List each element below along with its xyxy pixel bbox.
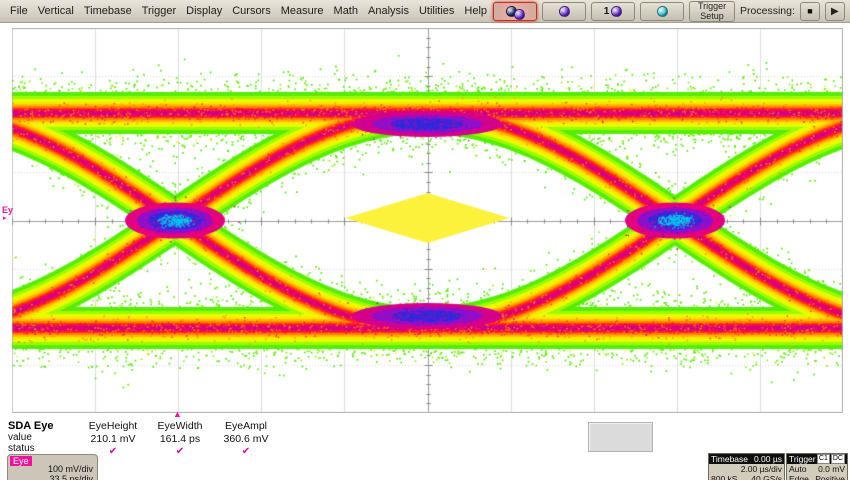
measure-value: 210.1 mV <box>90 433 136 445</box>
timebase-descriptor-box[interactable]: Timebase 0.00 µs 2.00 µs/div 800 kS 40 G… <box>708 453 785 480</box>
trigger-setup-label-line1: Trigger <box>697 1 727 11</box>
measure-name: EyeHeight <box>88 420 138 432</box>
trigger-descriptor-box[interactable]: Trigger C1 DC Auto 0.0 mV Edge Positive <box>786 453 848 480</box>
trigger-mode: Auto <box>789 464 807 474</box>
blank-panel <box>588 422 653 452</box>
probe-circle-icon <box>611 5 623 17</box>
toolbar-right-cluster: 1 Trigger Setup Processing: ■ ▶ Default:… <box>493 0 850 22</box>
eye-channel-chip: Eye <box>10 456 32 466</box>
measure-table-title: SDA Eye <box>8 420 54 432</box>
measure-status-check-icon: ✔ <box>175 446 185 457</box>
measure-name: EyeWidth <box>157 420 203 432</box>
measure-row-label-value: value <box>8 432 32 443</box>
timebase-scale: 2.00 µs/div <box>740 464 782 474</box>
menu-item-timebase[interactable]: Timebase <box>80 5 136 17</box>
eye-trace-offset-marker-icon[interactable]: ▸ <box>3 215 7 222</box>
probe-circle-icon <box>558 5 570 17</box>
trigger-setup-label-line2: Setup <box>700 11 724 21</box>
probe-circle-icon <box>656 5 668 17</box>
probe-circle-icon <box>513 8 525 20</box>
eye-channel-descriptor-box[interactable]: Eye 100 mV/div 33.5 ps/div <box>7 454 98 480</box>
menu-item-help[interactable]: Help <box>460 5 491 17</box>
trigger-type: Edge <box>789 474 809 480</box>
processing-label: Processing: <box>740 5 795 17</box>
menu-item-trigger[interactable]: Trigger <box>138 5 180 17</box>
menu-item-cursors[interactable]: Cursors <box>228 5 275 17</box>
eye-trace-label[interactable]: Ey <box>2 206 13 215</box>
measure-column-eyeheight: EyeHeight 210.1 mV ✔ <box>78 420 148 457</box>
measure-row-label-status: status <box>8 443 35 454</box>
timebase-offset: 0.00 µs <box>753 454 782 464</box>
probe-number-label: 1 <box>603 5 610 17</box>
measure-value: 360.6 mV <box>223 433 269 445</box>
measure-column-eyeampl: EyeAmpl 360.6 mV ✔ <box>211 420 281 457</box>
menu-bar: File Vertical Timebase Trigger Display C… <box>0 0 850 23</box>
play-icon: ▶ <box>831 5 839 17</box>
menu-item-display[interactable]: Display <box>182 5 226 17</box>
menu-item-math[interactable]: Math <box>330 5 362 17</box>
menu-item-utilities[interactable]: Utilities <box>415 5 458 17</box>
trigger-level: 0.0 mV <box>818 464 845 474</box>
probe-button-3[interactable]: 1 <box>591 1 636 21</box>
trigger-setup-button[interactable]: Trigger Setup <box>689 0 736 22</box>
measure-status-check-icon: ✔ <box>241 446 251 457</box>
trigger-position-marker-icon[interactable]: ▲ <box>173 410 182 419</box>
play-button[interactable]: ▶ <box>824 1 845 21</box>
timebase-record-length: 800 kS <box>711 474 738 480</box>
measure-column-eyewidth: EyeWidth 161.4 ps ✔ <box>145 420 215 457</box>
eye-vertical-scale: 100 mV/div <box>47 464 93 474</box>
eye-diagram-canvas[interactable] <box>12 28 843 413</box>
probe-button-2[interactable] <box>542 1 587 21</box>
trigger-slope: Positive <box>815 474 845 480</box>
menu-item-vertical[interactable]: Vertical <box>34 5 78 17</box>
trigger-badges: C1 DC <box>816 454 845 464</box>
trigger-source-badge: C1 <box>816 454 830 464</box>
probe-button-1[interactable] <box>493 1 538 21</box>
menu-item-measure[interactable]: Measure <box>277 5 328 17</box>
timebase-sample-rate: 40 GS/s <box>751 474 782 480</box>
trigger-coupling-badge: DC <box>830 454 845 464</box>
measure-name: EyeAmpl <box>224 420 267 432</box>
eye-horizontal-scale: 33.5 ps/div <box>49 474 93 480</box>
menu-item-file[interactable]: File <box>6 5 32 17</box>
menu-item-analysis[interactable]: Analysis <box>364 5 413 17</box>
measure-value: 161.4 ps <box>159 433 201 445</box>
trigger-title: Trigger <box>789 454 816 464</box>
oscilloscope-screen: File Vertical Timebase Trigger Display C… <box>0 0 850 480</box>
probe-button-4[interactable] <box>640 1 685 21</box>
timebase-title: Timebase <box>711 454 749 464</box>
stop-button[interactable]: ■ <box>799 1 820 21</box>
stop-icon: ■ <box>807 6 813 16</box>
